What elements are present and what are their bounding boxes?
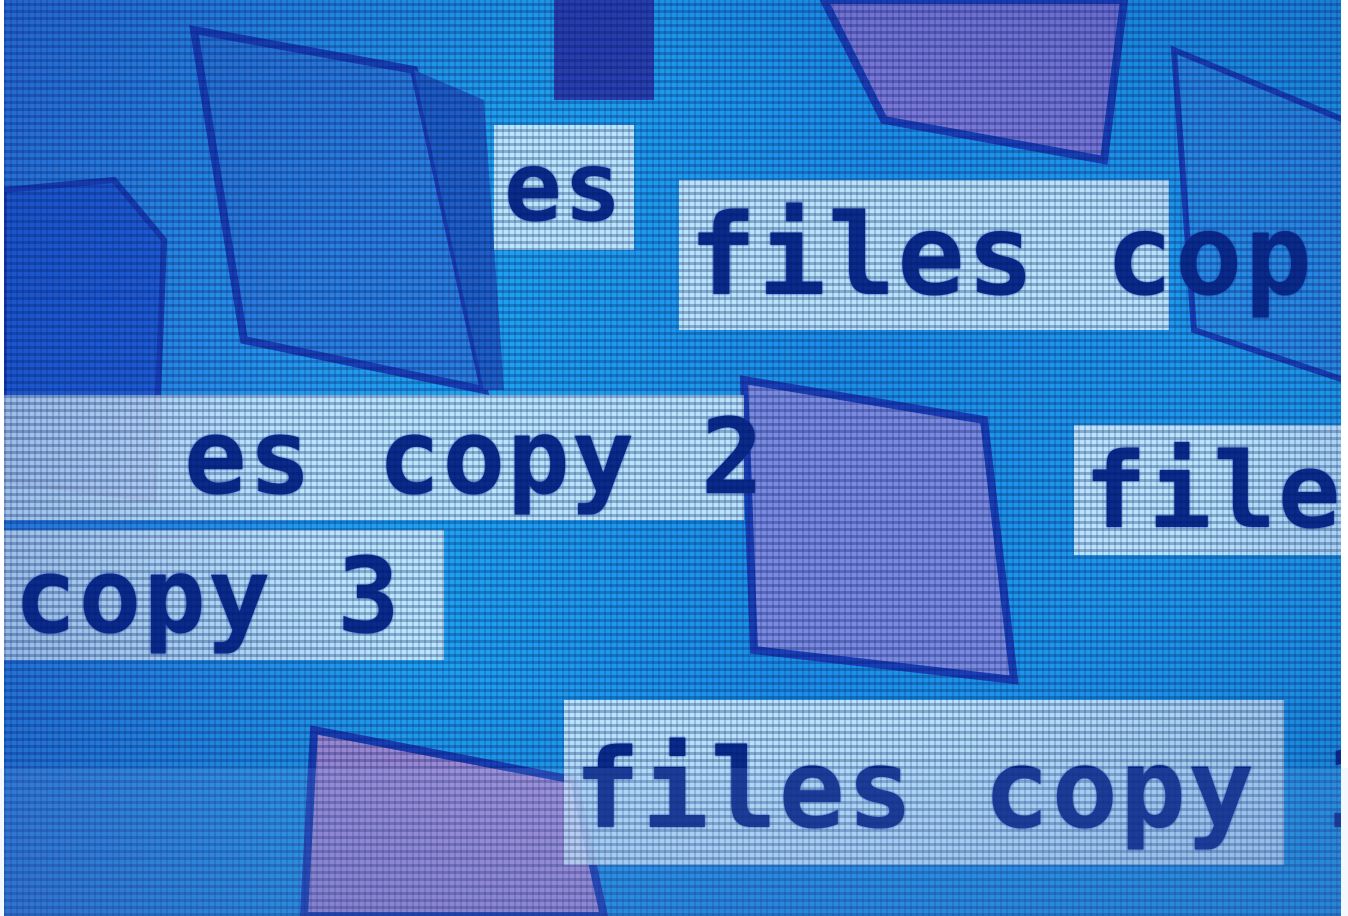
file-label-bottom: files copy 1 bbox=[564, 700, 1341, 865]
folder-icon bbox=[819, 0, 1129, 170]
folder-icon bbox=[724, 360, 1034, 700]
folder-icon bbox=[294, 700, 609, 916]
file-label-top-right: files cop bbox=[679, 180, 1312, 330]
file-label-top-fragment: es bbox=[494, 125, 634, 250]
crt-screen-photo: es files cop es copy 2 copy 3 files file… bbox=[4, 0, 1341, 916]
file-label-left: copy 3 bbox=[4, 530, 444, 660]
file-label-right: files bbox=[1074, 425, 1341, 555]
folder-icon bbox=[184, 10, 504, 396]
folder-icon bbox=[544, 0, 664, 110]
file-label-middle: es copy 2 bbox=[4, 395, 764, 520]
